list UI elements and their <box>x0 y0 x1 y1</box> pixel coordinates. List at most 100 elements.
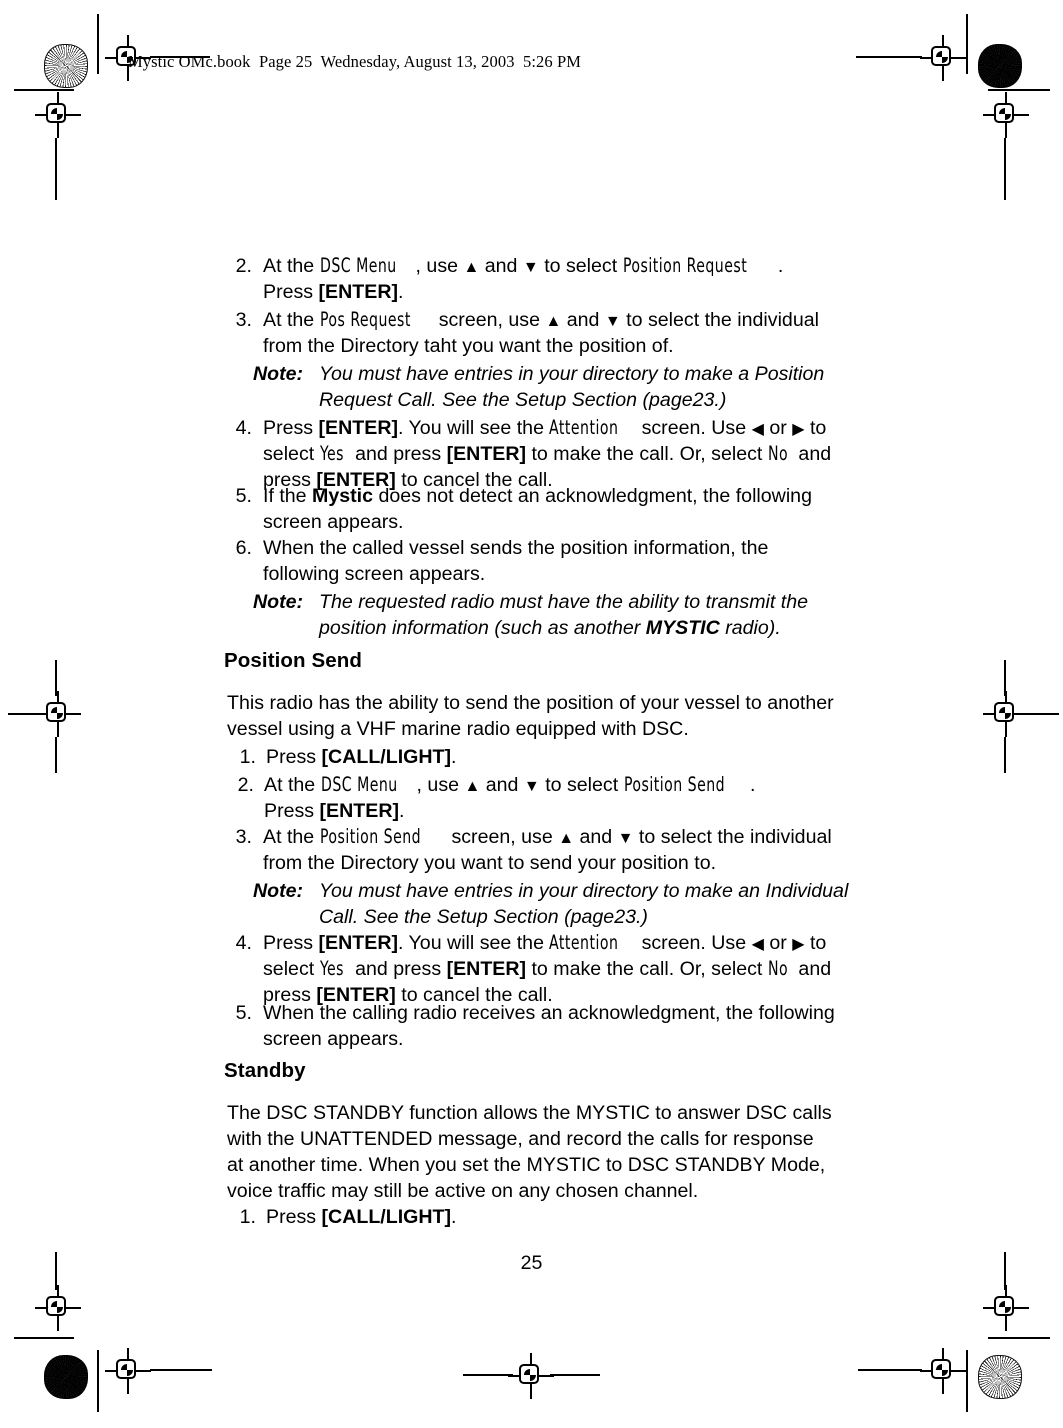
ps-step4-press: Press <box>263 932 319 954</box>
crosshair-arm-bottom-left-right <box>150 1369 212 1372</box>
trim-rule-bottom-left-vertical <box>97 1350 100 1412</box>
ps-step2-text-d: to select <box>539 774 624 796</box>
list-item: Press [CALL/LIGHT]. <box>266 1204 457 1230</box>
list-number: 1. <box>239 746 256 768</box>
list-item-continuation: from the Directory you want to send your… <box>263 852 717 874</box>
book-file-slug: Mystic OMc.book Page 25 Wednesday, Augus… <box>128 52 582 71</box>
lcd-label-no: No <box>767 442 788 465</box>
note-text: Request Call. See the Setup Section (pag… <box>319 389 727 411</box>
step4-text-d: or <box>763 417 793 439</box>
ps-step3-text-c: and <box>574 826 618 848</box>
sb-step1-period: . <box>451 1206 457 1228</box>
step2-text-c: and <box>479 255 523 277</box>
list-number: 5. <box>235 485 252 507</box>
section-intro: voice traffic may still be active on any… <box>227 1180 699 1202</box>
step5-text-a: If the <box>263 485 313 507</box>
down-arrow-icon: ▼ <box>604 313 621 330</box>
step4-text-f: and press <box>349 443 447 465</box>
list-item: At the DSC Menu , use ▲ and ▼ to select P… <box>263 253 783 281</box>
key-enter: [ENTER] <box>319 800 399 822</box>
step4-text-e: to <box>804 417 827 439</box>
lcd-label-attention: Attention <box>549 416 619 439</box>
product-name-mystic: MYSTIC <box>645 617 720 639</box>
left-arrow-icon: ◀ <box>751 936 764 953</box>
key-enter: [ENTER] <box>446 958 527 980</box>
list-number: 4. <box>235 932 252 954</box>
crosshair-dot <box>999 1301 1011 1313</box>
step3-text-d: to select the individual <box>620 309 819 331</box>
note2-text-b: radio). <box>719 617 781 639</box>
list-item: At the Position Send screen, use ▲ and ▼… <box>263 824 832 852</box>
up-arrow-icon: ▲ <box>464 778 481 795</box>
lcd-label-position-send: Position Send <box>319 825 421 848</box>
note-label: Note: <box>253 880 304 902</box>
ps-step3-text-b: screen, use <box>446 826 559 848</box>
list-number: 4. <box>235 417 252 439</box>
step2-text-b: , use <box>415 255 464 277</box>
up-arrow-icon: ▲ <box>558 830 575 847</box>
down-arrow-icon: ▼ <box>522 259 539 276</box>
step4-text-g: to make the call. Or, select <box>526 443 768 465</box>
step3-text-c: and <box>561 309 605 331</box>
step4-text-b: . You will see the <box>398 417 550 439</box>
list-item-continuation: from the Directory taht you want the pos… <box>263 335 674 357</box>
section-heading-position-send: Position Send <box>224 649 362 672</box>
lcd-label-attention: Attention <box>549 931 619 954</box>
list-number: 5. <box>235 1002 252 1024</box>
crosshair-arm-top-right-left <box>856 56 922 59</box>
ps-step4-text-d: or <box>763 932 793 954</box>
ps-step2-text-a: At the <box>264 774 321 796</box>
list-item-continuation: select Yes and press [ENTER] to make the… <box>263 441 831 467</box>
registration-target-left-lower <box>35 1285 81 1331</box>
trim-rule-top-right-vertical <box>966 14 969 74</box>
crosshair-arm-left-middle-up <box>55 660 58 696</box>
list-item-continuation: select Yes and press [ENTER] to make the… <box>263 956 831 982</box>
lcd-label-position-send: Position Send <box>623 773 725 796</box>
list-item-continuation: screen appears. <box>263 511 404 533</box>
trim-rule-bottom-right-horizontal <box>988 1337 1050 1340</box>
registration-rosette-bottom-right <box>978 1355 1022 1399</box>
crosshair-dot <box>121 1364 133 1376</box>
section-intro: This radio has the ability to send the p… <box>227 692 834 714</box>
ps-step2-press: Press <box>264 800 320 822</box>
lcd-label-pos-request: Pos Request <box>319 308 411 331</box>
trim-rule-top-left-vertical <box>97 14 100 74</box>
registration-target-left-upper <box>35 92 81 138</box>
list-item: Press [ENTER]. You will see the Attentio… <box>263 930 826 958</box>
ps-step1-press: Press <box>266 746 322 768</box>
trim-rule-bottom-left-horizontal <box>14 1337 74 1340</box>
section-intro: with the UNATTENDED message, and record … <box>227 1128 814 1150</box>
down-arrow-icon: ▼ <box>617 830 634 847</box>
registration-target-right-middle <box>983 691 1029 737</box>
step4-select: select <box>263 443 320 465</box>
right-arrow-icon: ▶ <box>792 421 805 438</box>
step3-text-a: At the <box>263 309 320 331</box>
crosshair-arm-bottom-right-left <box>858 1369 922 1372</box>
crosshair-dot <box>999 707 1011 719</box>
step4-text-h: and <box>792 443 832 465</box>
crosshair-dot <box>524 1369 536 1381</box>
lcd-label-position-request: Position Request <box>622 254 747 277</box>
list-item-continuation: Press [ENTER]. <box>263 279 403 305</box>
crosshair-dot <box>936 1364 948 1376</box>
list-item: Press [CALL/LIGHT]. <box>266 744 457 770</box>
crosshair-arm-right-upper-down <box>1004 138 1007 200</box>
list-number: 6. <box>235 537 252 559</box>
step2-period: . <box>398 281 404 303</box>
step4-press: Press <box>263 417 319 439</box>
crosshair-arm-right-middle-right <box>1029 713 1059 716</box>
step3-text-b: screen, use <box>433 309 546 331</box>
step5-text-b: does not detect an acknowledgment, the f… <box>373 485 812 507</box>
list-item: Press [ENTER]. You will see the Attentio… <box>263 415 826 443</box>
registration-target-bottom-left-lower <box>105 1348 151 1394</box>
section-intro: vessel using a VHF marine radio equipped… <box>227 718 689 740</box>
crosshair-dot <box>51 108 63 120</box>
document-page: Mystic OMc.book Page 25 Wednesday, Augus… <box>0 0 1063 1428</box>
ps-step4-select: select <box>263 958 320 980</box>
list-item-continuation: following screen appears. <box>263 563 486 585</box>
list-number: 3. <box>235 826 252 848</box>
lcd-label-dsc-menu: DSC Menu <box>319 254 397 277</box>
key-call-light: [CALL/LIGHT] <box>321 746 452 768</box>
crosshair-dot <box>999 108 1011 120</box>
registration-target-bottom-center <box>508 1353 554 1399</box>
